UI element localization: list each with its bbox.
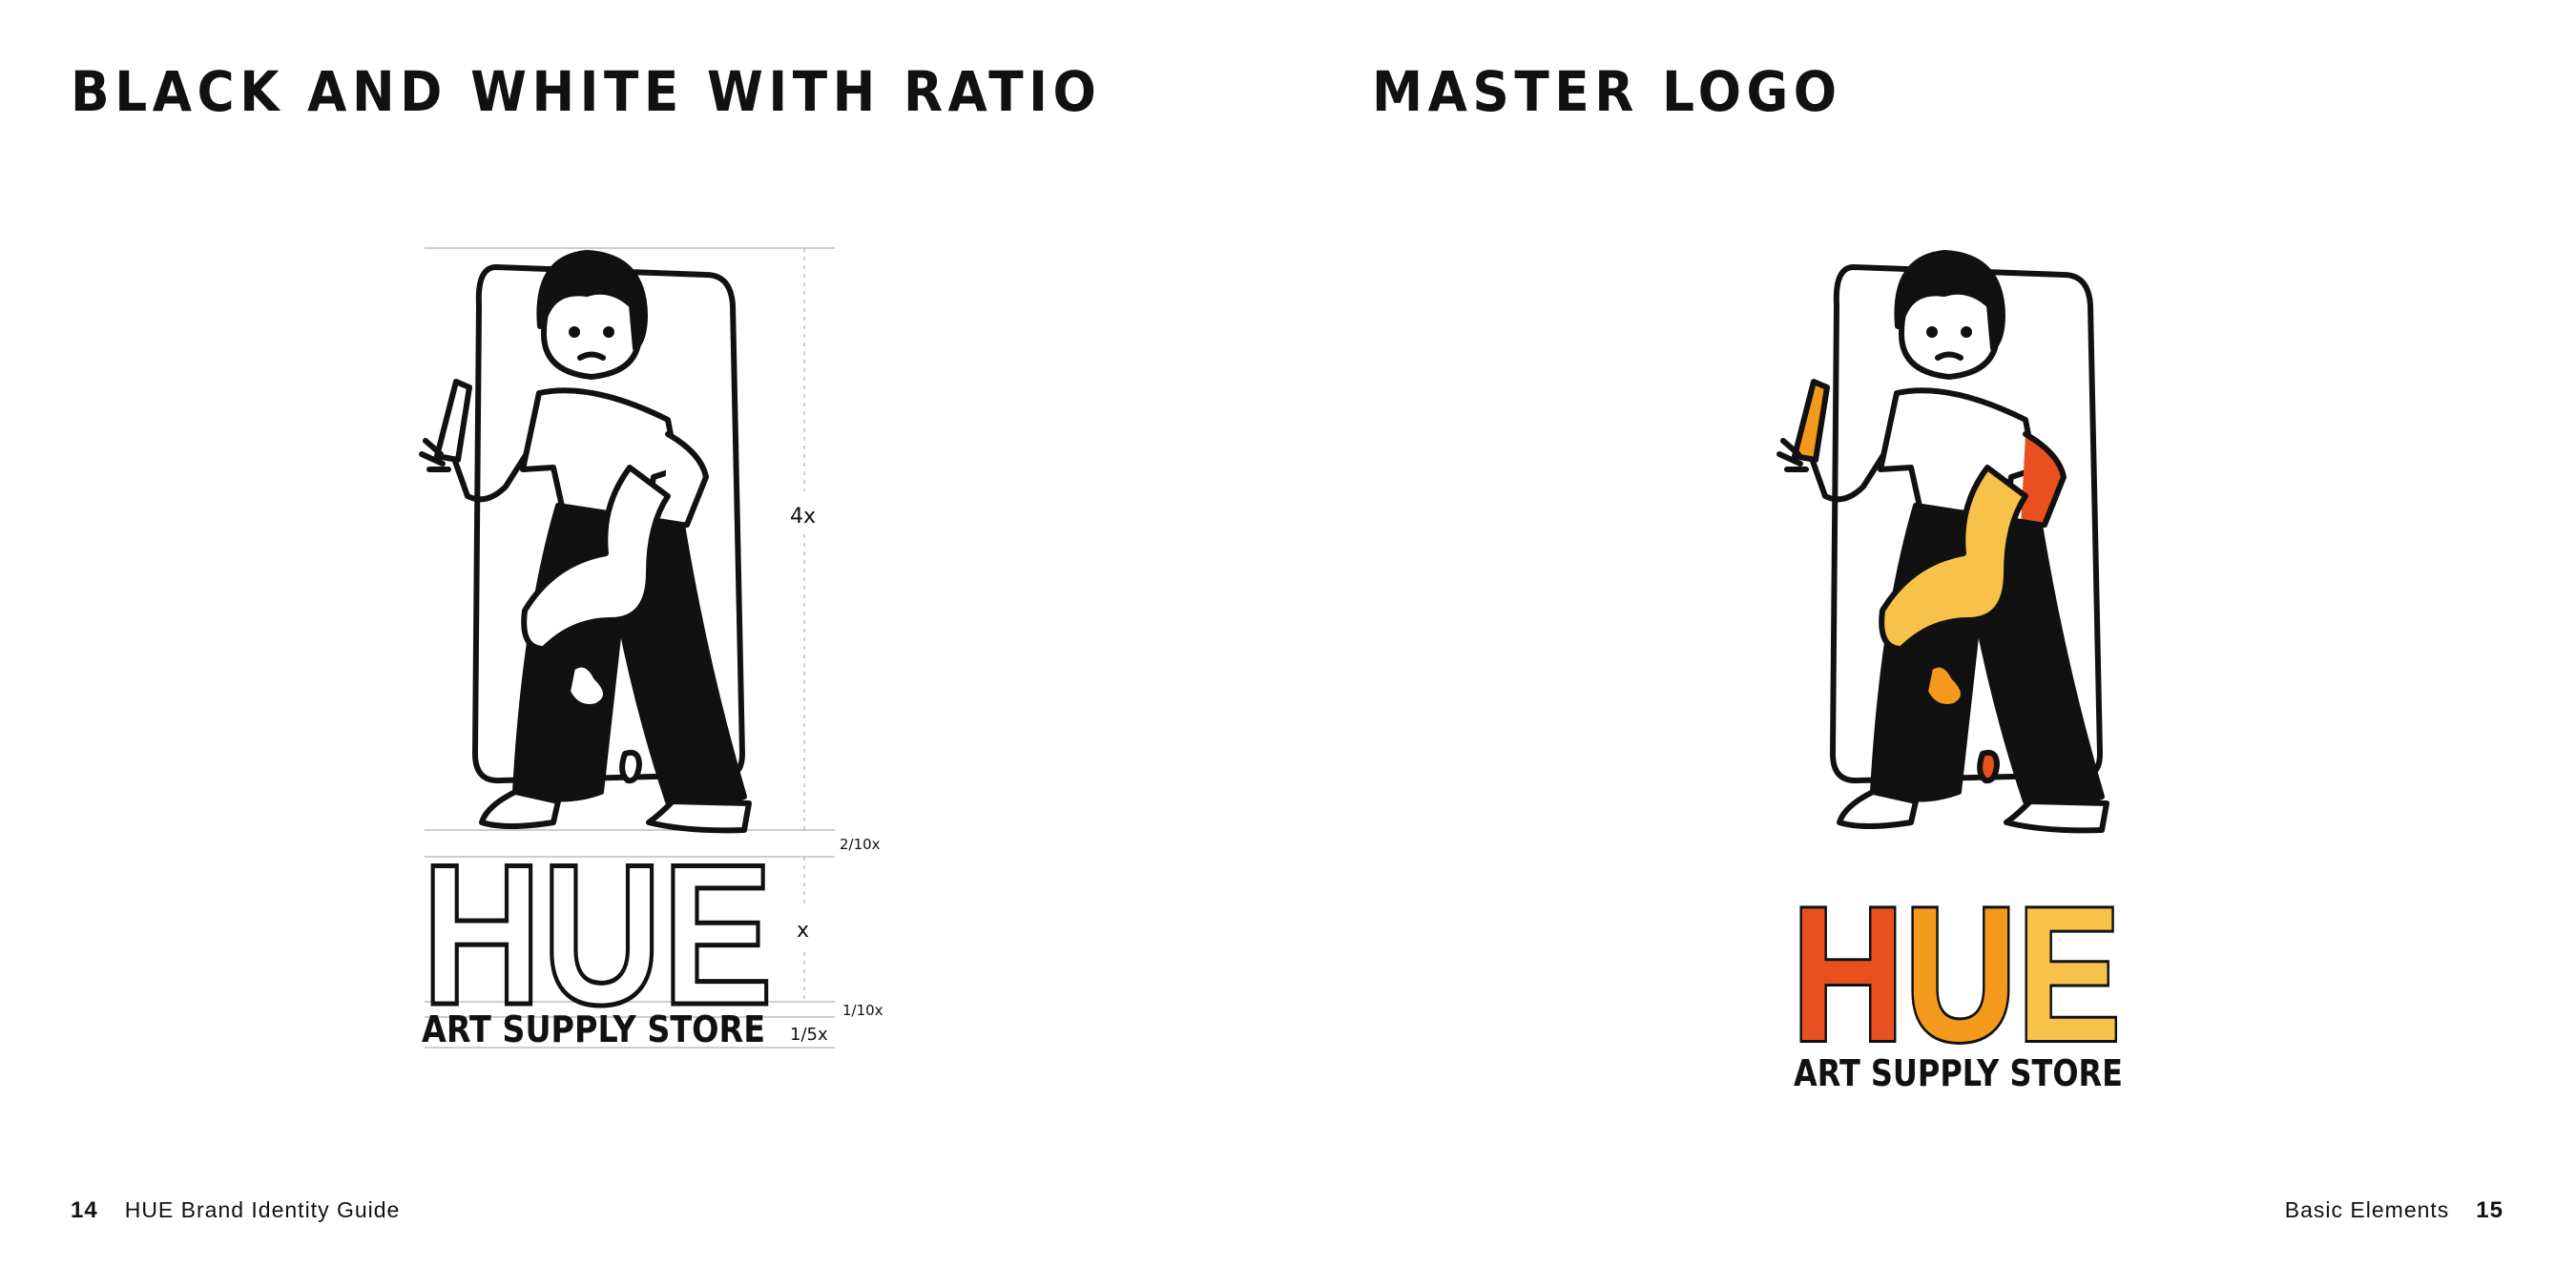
tagline-text: ART SUPPLY STORE [1794,1052,2123,1094]
wordmark-letter-e: E [2017,868,2121,1081]
illustration-color [1776,250,2109,834]
page-number: 14 [71,1197,98,1223]
tagline-text: ART SUPPLY STORE [422,1008,765,1050]
page-number: 15 [2476,1197,2503,1223]
footer-title: HUE Brand Identity Guide [124,1197,401,1222]
logo-color: HUE ART SUPPLY STORE [1776,250,2124,1094]
wordmark-color: HUE ART SUPPLY STORE [1789,865,2124,1094]
footer-section: Basic Elements [2284,1197,2450,1222]
illustration-bw [419,250,752,834]
ratio-diagram: HUE ART SUPPLY STORE 4x 2/10x x 1/10x 1/… [363,219,897,1059]
wordmark-bw: HUE ART SUPPLY STORE [420,821,776,1051]
page-heading: BLACK AND WHITE WITH RATIO [71,59,1102,124]
ratio-label-gap-top: 2/10x [840,836,881,853]
ratio-label-4x: 4x [790,505,816,529]
ratio-label-gap-bottom: 1/10x [842,1002,883,1019]
wordmark-text: HUE [1792,868,2121,1081]
footer-right: Basic Elements 15 [2285,1197,2503,1224]
page-heading: MASTER LOGO [1372,59,1842,124]
logo-bw-with-ratio: HUE ART SUPPLY STORE 4x 2/10x x 1/10x 1/… [419,247,883,1051]
ratio-label-tagline: 1/5x [790,1025,828,1045]
master-logo: HUE ART SUPPLY STORE [1763,234,2164,1094]
page-left: BLACK AND WHITE WITH RATIO HUE ART SUPPL… [0,0,1288,1288]
wordmark-letter-h: H [1792,868,1904,1081]
page-right: MASTER LOGO HUE ART SUPPLY STORE Basic E… [1288,0,2576,1288]
ratio-label-x: x [797,919,809,943]
footer-left: 14 HUE Brand Identity Guide [71,1197,400,1224]
wordmark-letter-u: U [1904,868,2017,1081]
